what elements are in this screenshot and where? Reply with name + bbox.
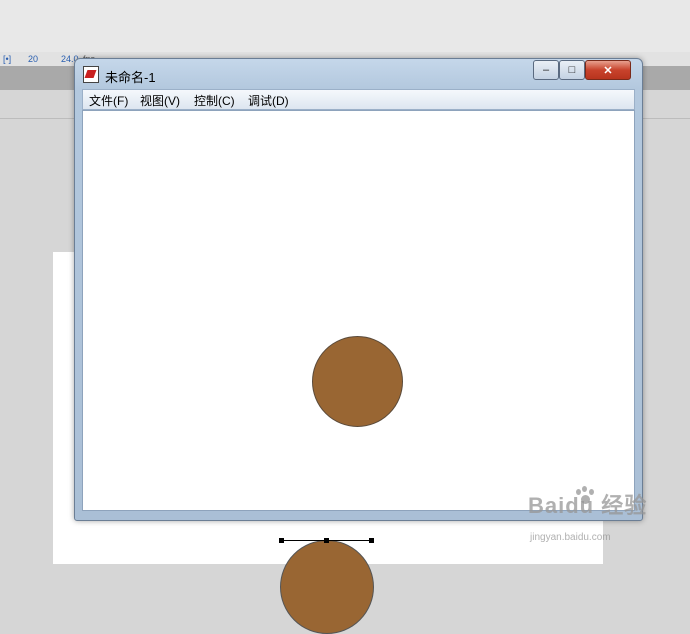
baidu-watermark: Baidu 经验 jingyan.baidu.com	[528, 486, 647, 543]
watermark-url: jingyan.baidu.com	[530, 532, 611, 543]
menu-view[interactable]: 视图(V)	[140, 92, 180, 109]
menu-control[interactable]: 控制(C)	[194, 92, 235, 109]
flash-player-icon	[83, 66, 99, 83]
swf-stage[interactable]	[82, 110, 635, 511]
window-title: 未命名-1	[105, 70, 156, 85]
baidu-paw-icon	[574, 486, 596, 508]
center-frame-icon[interactable]: [•]	[3, 54, 11, 64]
transform-handle[interactable]	[369, 538, 374, 543]
transform-handle[interactable]	[279, 538, 284, 543]
selection-box	[281, 540, 371, 571]
app-background	[0, 0, 690, 56]
maximize-button[interactable]: □	[559, 60, 585, 80]
menu-file[interactable]: 文件(F)	[89, 92, 128, 109]
menu-debug[interactable]: 调试(D)	[248, 92, 289, 109]
flash-player-window: 未命名-1 – □ ✕ 文件(F) 视图(V) 控制(C) 调试(D)	[74, 58, 643, 521]
transform-handle[interactable]	[324, 538, 329, 543]
close-button[interactable]: ✕	[585, 60, 631, 80]
ball	[312, 336, 403, 427]
minimize-button[interactable]: –	[533, 60, 559, 80]
frame-number: 20	[28, 54, 39, 64]
menu-bar: 文件(F) 视图(V) 控制(C) 调试(D)	[82, 89, 635, 110]
